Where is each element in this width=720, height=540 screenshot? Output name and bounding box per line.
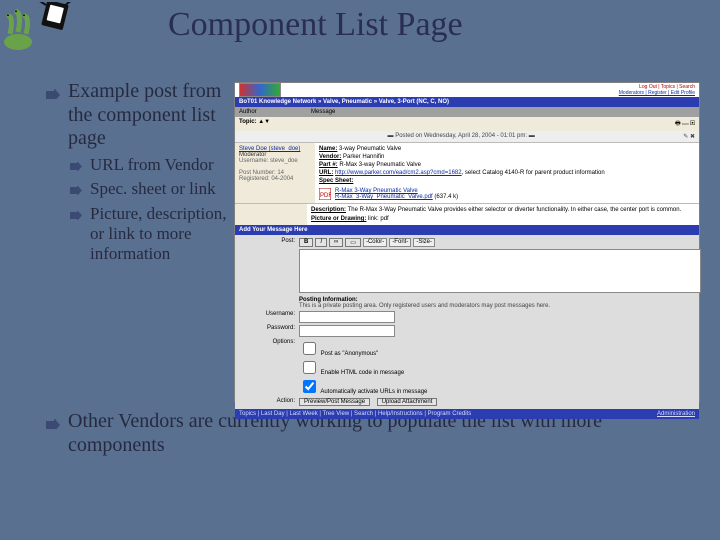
bullet-arrow-icon <box>46 89 60 99</box>
post-label: Post: <box>239 238 295 295</box>
slide-title: Component List Page <box>168 6 463 44</box>
upload-button[interactable]: Upload Attachment <box>377 398 438 406</box>
forum-logo <box>239 83 281 97</box>
bullet-arrow-icon <box>70 186 82 195</box>
close-icon: ▣ <box>690 121 695 127</box>
edit-icon: ✎ <box>683 134 688 140</box>
options-label: Options: <box>239 339 295 396</box>
opt-html[interactable] <box>303 361 316 374</box>
message-cell: Name: 3-way Pneumatic Valve Vendor: Park… <box>315 143 699 203</box>
forum-footer: Topics | Last Day | Last Week | Tree Vie… <box>235 409 699 419</box>
description-row: Description: The R-Max 3-Way Pneumatic V… <box>235 203 699 225</box>
post-textarea[interactable] <box>299 249 701 293</box>
bullet-sub: Spec. sheet or link <box>90 179 216 199</box>
action-label: Action: <box>239 398 295 406</box>
username-label: Username: <box>239 311 295 323</box>
author-cell: Steve Doe (steve_doe) Moderator Username… <box>235 143 315 203</box>
header-links: Log Out | Topics | Search Moderators | R… <box>619 84 695 96</box>
forum-screenshot: Log Out | Topics | Search Moderators | R… <box>234 82 700 402</box>
bullet-arrow-icon <box>70 211 82 220</box>
font-select[interactable]: -Font- <box>389 238 411 247</box>
italic-button[interactable]: I <box>315 238 327 247</box>
preview-button[interactable]: Preview/Post Message <box>299 398 370 406</box>
topic-toolbar: Topic: ▲▼ 🖶 ▭ ▣ <box>235 117 699 131</box>
bullet-sub: URL from Vendor <box>90 155 214 175</box>
bold-button[interactable]: B <box>299 238 313 247</box>
editor-toolbar: B I ∞ ▭ -Color- -Font- -Size- <box>299 238 695 247</box>
column-headers: Author Message <box>235 107 699 117</box>
password-label: Password: <box>239 325 295 337</box>
pdf-icon: PDF <box>319 188 331 200</box>
link-button[interactable]: ∞ <box>329 238 343 247</box>
slide-clipart <box>4 2 74 54</box>
breadcrumb: BoT01 Knowledge Network » Valve, Pneumat… <box>235 97 699 107</box>
bullet-sub: Picture, description, or link to more in… <box>90 204 228 265</box>
size-select[interactable]: -Size- <box>413 238 435 247</box>
posted-line: ▬ Posted on Wednesday, April 28, 2004 - … <box>235 131 699 142</box>
color-select[interactable]: -Color- <box>363 238 387 247</box>
post-form: Post: B I ∞ ▭ -Color- -Font- -Size- Post… <box>235 235 699 409</box>
username-input[interactable] <box>299 311 395 323</box>
doc-icon: ▭ <box>682 121 688 127</box>
bullet-arrow-icon <box>46 419 60 429</box>
post-row: Steve Doe (steve_doe) Moderator Username… <box>235 142 699 203</box>
options-group: Post as "Anonymous" Enable HTML code in … <box>299 339 695 396</box>
bullet-arrow-icon <box>70 162 82 171</box>
password-input[interactable] <box>299 325 395 337</box>
bullet-main: Example post from the component list pag… <box>68 80 228 151</box>
svg-text:PDF: PDF <box>320 193 331 199</box>
opt-autourl[interactable] <box>303 380 316 393</box>
bullet-column: Example post from the component list pag… <box>46 80 228 269</box>
print-icon: 🖶 <box>675 121 681 127</box>
add-message-bar: Add Your Message Here <box>235 225 699 235</box>
delete-icon: ✖ <box>690 134 695 140</box>
image-button[interactable]: ▭ <box>345 238 361 247</box>
opt-anonymous[interactable] <box>303 342 316 355</box>
